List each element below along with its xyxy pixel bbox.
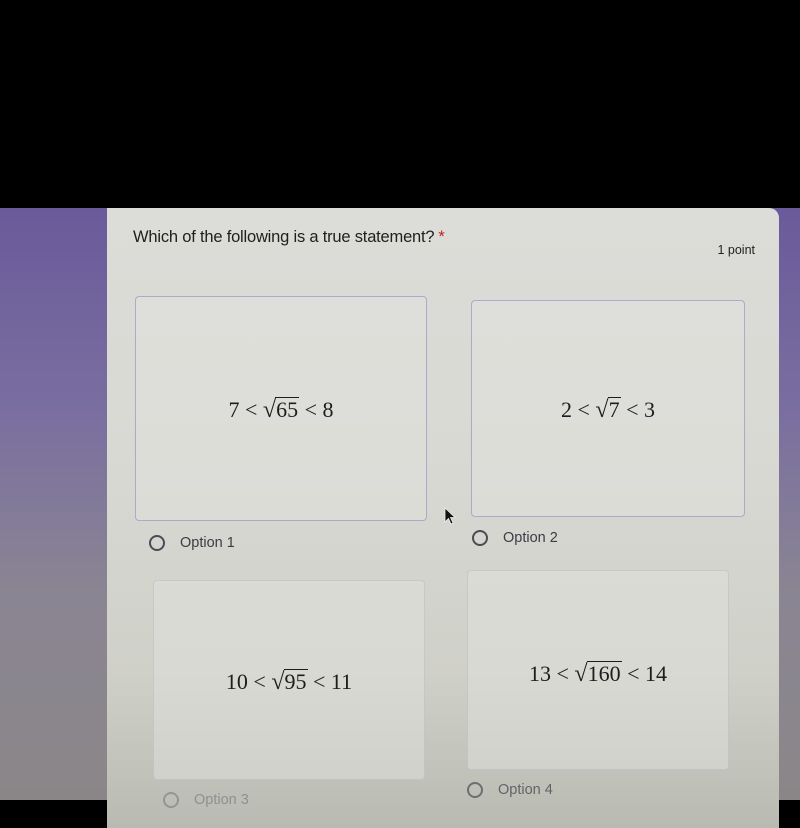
option-2-image[interactable]: 2 < √ 7 < 3 bbox=[471, 300, 745, 517]
math-left: 2 < bbox=[560, 397, 590, 423]
option-3-math: 10 < √ 95 < 11 bbox=[154, 669, 424, 695]
question-card: Which of the following is a true stateme… bbox=[107, 208, 779, 828]
option-1[interactable]: Option 1 bbox=[149, 535, 235, 551]
math-right: < 3 bbox=[626, 397, 655, 423]
sqrt-expression: √ 7 bbox=[595, 397, 621, 422]
question-text: Which of the following is a true stateme… bbox=[133, 228, 435, 246]
points-label: 1 point bbox=[717, 243, 755, 257]
math-right: < 11 bbox=[313, 669, 353, 695]
option-label: Option 3 bbox=[194, 792, 249, 808]
math-right: < 14 bbox=[627, 661, 667, 687]
radio-button[interactable] bbox=[467, 782, 483, 798]
question-title: Which of the following is a true stateme… bbox=[133, 228, 445, 247]
radio-button[interactable] bbox=[472, 530, 488, 546]
radicand: 7 bbox=[607, 397, 621, 422]
option-4[interactable]: Option 4 bbox=[467, 782, 553, 798]
radicand: 65 bbox=[275, 397, 300, 422]
math-left: 13 < bbox=[528, 661, 569, 687]
sqrt-expression: √ 95 bbox=[271, 669, 308, 694]
dark-bezel bbox=[0, 0, 800, 208]
mouse-cursor-icon bbox=[444, 507, 457, 525]
option-3-image[interactable]: 10 < √ 95 < 11 bbox=[153, 580, 425, 780]
radicand: 160 bbox=[586, 661, 622, 686]
option-label: Option 2 bbox=[503, 530, 558, 546]
required-marker: * bbox=[438, 228, 445, 246]
radicand: 95 bbox=[283, 669, 308, 694]
option-2[interactable]: Option 2 bbox=[472, 530, 558, 546]
option-label: Option 4 bbox=[498, 782, 553, 798]
radio-button[interactable] bbox=[163, 792, 179, 808]
sqrt-expression: √ 160 bbox=[574, 661, 622, 686]
option-1-image[interactable]: 7 < √ 65 < 8 bbox=[135, 296, 427, 521]
option-label: Option 1 bbox=[180, 535, 235, 551]
option-3[interactable]: Option 3 bbox=[163, 792, 249, 808]
math-left: 10 < bbox=[225, 669, 266, 695]
option-4-image[interactable]: 13 < √ 160 < 14 bbox=[467, 570, 729, 770]
math-left: 7 < bbox=[228, 397, 258, 423]
option-2-math: 2 < √ 7 < 3 bbox=[472, 397, 744, 423]
sqrt-expression: √ 65 bbox=[263, 397, 300, 422]
radio-button[interactable] bbox=[149, 535, 165, 551]
math-right: < 8 bbox=[304, 397, 334, 423]
option-1-math: 7 < √ 65 < 8 bbox=[136, 397, 426, 423]
option-4-math: 13 < √ 160 < 14 bbox=[468, 661, 728, 687]
